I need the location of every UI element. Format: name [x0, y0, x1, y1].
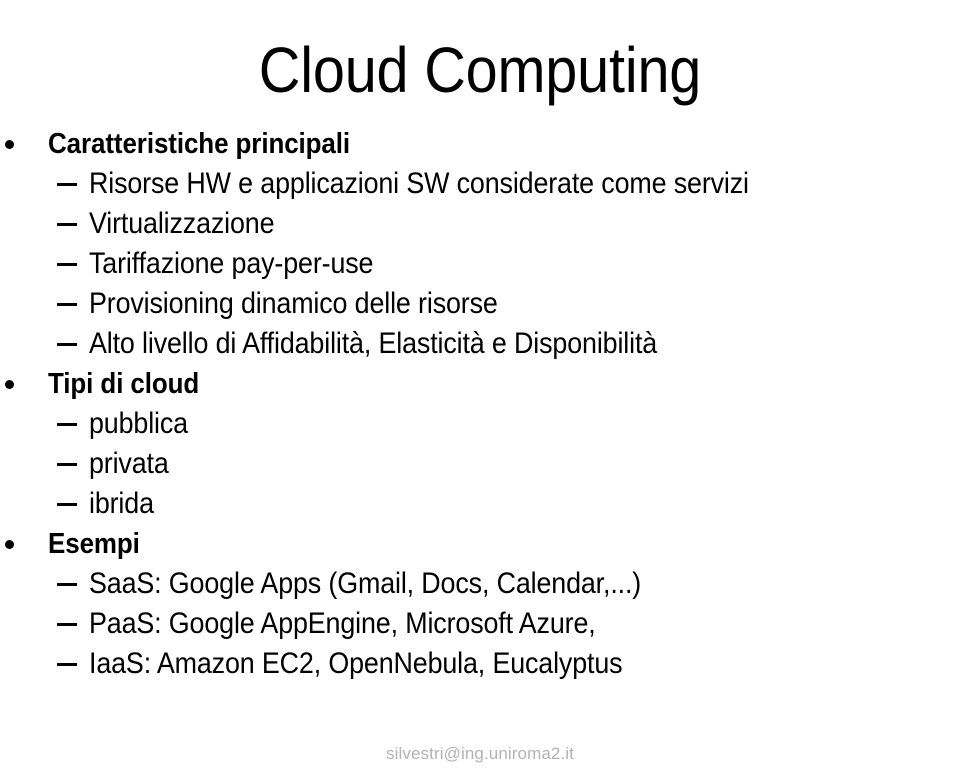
bullet-dash-icon: [57, 463, 77, 466]
bullet-item: Virtualizzazione: [0, 204, 960, 244]
bullet-item: Caratteristiche principali: [0, 124, 960, 164]
bullet-dash-icon: [57, 223, 77, 226]
bullet-text: Provisioning dinamico delle risorse: [89, 287, 498, 320]
bullet-item: Provisioning dinamico delle risorse: [0, 284, 960, 324]
bullet-item: pubblica: [0, 404, 960, 444]
bullet-dash-icon: [57, 623, 77, 626]
bullet-item: privata: [0, 444, 960, 484]
bullet-dot-icon: [5, 540, 14, 549]
bullet-text: pubblica: [89, 407, 188, 440]
bullet-item: Esempi: [0, 524, 960, 564]
slide: Cloud Computing Caratteristiche principa…: [0, 0, 960, 776]
bullet-text: Tipi di cloud: [48, 368, 200, 400]
footer-email: silvestri@ing.uniroma2.it: [386, 744, 574, 763]
bullet-item: SaaS: Google Apps (Gmail, Docs, Calendar…: [0, 564, 960, 604]
bullet-text: Virtualizzazione: [89, 207, 275, 240]
bullet-text: ibrida: [89, 487, 154, 520]
bullet-item: Risorse HW e applicazioni SW considerate…: [0, 164, 960, 204]
bullet-item: Tipi di cloud: [0, 364, 960, 404]
bullet-item: Tariffazione pay-per-use: [0, 244, 960, 284]
bullet-text: PaaS: Google AppEngine, Microsoft Azure,: [89, 607, 596, 640]
bullet-item: IaaS: Amazon EC2, OpenNebula, Eucalyptus: [0, 644, 960, 684]
bullet-dash-icon: [57, 423, 77, 426]
bullet-dash-icon: [57, 343, 77, 346]
bullet-dash-icon: [57, 663, 77, 666]
bullet-text: IaaS: Amazon EC2, OpenNebula, Eucalyptus: [89, 647, 623, 680]
bullet-text: Alto livello di Affidabilità, Elasticità…: [89, 327, 658, 360]
bullet-dash-icon: [57, 503, 77, 506]
bullet-dot-icon: [5, 140, 14, 149]
bullet-dash-icon: [57, 303, 77, 306]
bullet-item: ibrida: [0, 484, 960, 524]
bullet-text: Tariffazione pay-per-use: [89, 247, 374, 280]
bullet-dash-icon: [57, 263, 77, 266]
bullet-dash-icon: [57, 583, 77, 586]
bullet-text: privata: [89, 447, 169, 480]
bullet-dot-icon: [5, 380, 14, 389]
bullet-text: SaaS: Google Apps (Gmail, Docs, Calendar…: [89, 567, 642, 600]
bullet-item: Alto livello di Affidabilità, Elasticità…: [0, 324, 960, 364]
bullet-text: Risorse HW e applicazioni SW considerate…: [89, 167, 749, 200]
bullet-list: Caratteristiche principali Risorse HW e a…: [0, 124, 960, 684]
bullet-text: Esempi: [48, 528, 140, 560]
page-title: Cloud Computing: [258, 33, 702, 106]
bullet-item: PaaS: Google AppEngine, Microsoft Azure,: [0, 604, 960, 644]
bullet-dash-icon: [57, 183, 77, 186]
bullet-text: Caratteristiche principali: [48, 128, 351, 160]
